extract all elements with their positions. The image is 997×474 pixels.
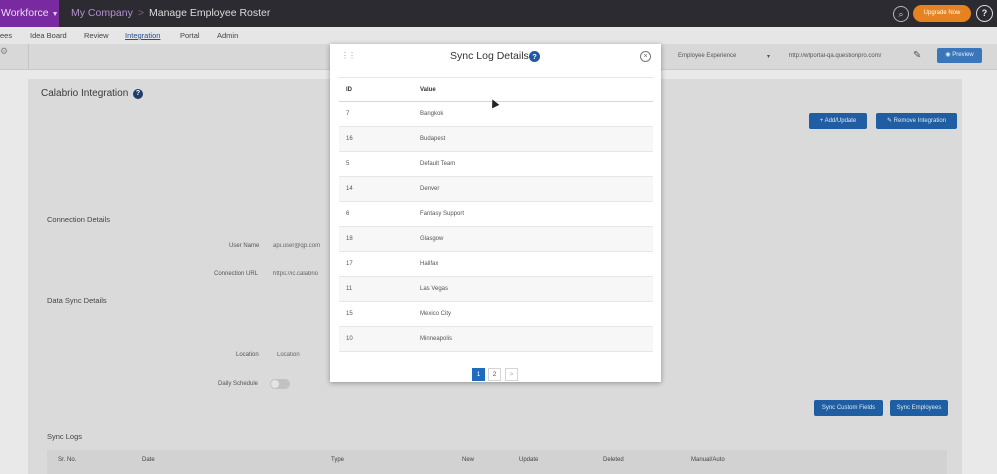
- nav-item-review[interactable]: Review: [84, 31, 109, 40]
- sync-logs-table-header: Sr. No. Date Type New Update Deleted Man…: [47, 450, 947, 474]
- caret-down-icon[interactable]: ▾: [767, 53, 770, 60]
- sync-employees-button[interactable]: Sync Employees: [890, 400, 948, 416]
- column-header-id: ID: [346, 87, 352, 93]
- daily-schedule-label: Daily Schedule: [218, 381, 259, 387]
- connection-url-value: https://ic.calabrio: [273, 271, 319, 277]
- connection-details-heading: Connection Details: [47, 215, 110, 224]
- help-icon[interactable]: ?: [529, 51, 540, 62]
- nav-item-employees[interactable]: ees: [0, 31, 12, 40]
- toolbar-divider: [28, 44, 29, 70]
- experience-select[interactable]: Employee Experience: [678, 53, 736, 59]
- table-row: 10 Minneapolis: [339, 327, 653, 352]
- row-id: 18: [346, 236, 353, 242]
- table-row: 18 Glasgow: [339, 227, 653, 252]
- column-header: Deleted: [603, 457, 624, 463]
- edit-icon: ✎: [886, 118, 894, 124]
- table-row: 6 Fantasy Support: [339, 202, 653, 227]
- sync-logs-heading: Sync Logs: [47, 432, 83, 441]
- add-update-button[interactable]: + Add/Update: [809, 113, 867, 129]
- nav-item-idea-board[interactable]: Idea Board: [30, 31, 67, 40]
- column-header: Date: [142, 457, 155, 463]
- page-title: Calabrio Integration: [41, 88, 129, 99]
- preview-button[interactable]: ◉ Preview: [937, 48, 982, 63]
- row-id: 5: [346, 161, 350, 167]
- pencil-icon[interactable]: ✎: [913, 50, 921, 61]
- column-header: Update: [519, 457, 539, 463]
- product-switcher[interactable]: Workforce ▼: [0, 0, 59, 27]
- page-button-2[interactable]: 2: [488, 368, 501, 381]
- column-header: Sr. No.: [58, 457, 77, 463]
- row-value: Fantasy Support: [420, 211, 465, 217]
- help-icon[interactable]: ?: [133, 89, 143, 99]
- product-name: Workforce: [1, 7, 49, 19]
- column-header: New: [462, 457, 475, 463]
- table-row: 16 Budapest: [339, 127, 653, 152]
- close-icon[interactable]: ×: [640, 51, 651, 62]
- nav-item-admin[interactable]: Admin: [217, 31, 238, 40]
- table-row: 14 Denver: [339, 177, 653, 202]
- row-id: 11: [346, 286, 353, 292]
- column-header-value: Value: [420, 87, 436, 93]
- page-button-1[interactable]: 1: [472, 368, 485, 381]
- top-header: Workforce ▼ My Company > Manage Employee Ro…: [0, 0, 997, 27]
- drag-handle-icon[interactable]: ⋮⋮: [341, 51, 356, 60]
- connection-url-label: Connection URL: [214, 271, 259, 277]
- row-id: 14: [346, 186, 353, 192]
- row-id: 17: [346, 261, 353, 267]
- row-value: Budapest: [420, 136, 446, 142]
- breadcrumb-separator: >: [137, 7, 144, 19]
- column-header: Manual/Auto: [691, 457, 725, 463]
- row-value: Bangkok: [420, 111, 444, 117]
- table-row: 17 Halifax: [339, 252, 653, 277]
- breadcrumb-current: Manage Employee Roster: [149, 7, 271, 19]
- search-icon[interactable]: ⌕: [893, 6, 909, 22]
- daily-schedule-toggle[interactable]: [270, 379, 290, 389]
- row-value: Minneapolis: [420, 336, 453, 342]
- settings-icon[interactable]: ⚙: [0, 46, 8, 57]
- breadcrumb: My Company > Manage Employee Roster: [71, 0, 270, 27]
- sync-custom-fields-button[interactable]: Sync Custom Fields: [814, 400, 883, 416]
- nav-item-portal[interactable]: Portal: [180, 31, 200, 40]
- location-value: Location: [277, 352, 300, 358]
- preview-label: Preview: [952, 52, 974, 58]
- row-value: Mexico City: [420, 311, 452, 317]
- nav-item-integration[interactable]: Integration: [125, 31, 160, 40]
- breadcrumb-company[interactable]: My Company: [71, 7, 133, 19]
- portal-url-field[interactable]: http://wfportal-qa.questionpro.com/: [789, 53, 903, 59]
- row-value: Halifax: [420, 261, 439, 267]
- caret-down-icon: ▼: [51, 11, 59, 18]
- remove-integration-button[interactable]: ✎ Remove Integration: [876, 113, 957, 129]
- row-id: 16: [346, 136, 353, 142]
- sync-log-table: ID Value 7 Bangkok 16 Budapest 5 Default Te…: [339, 77, 653, 352]
- data-sync-details-heading: Data Sync Details: [47, 296, 107, 305]
- main-nav: ees Idea Board Review Integration Portal…: [0, 27, 997, 44]
- row-value: Las Vegas: [420, 286, 449, 292]
- location-label: Location: [236, 352, 259, 358]
- row-value: Denver: [420, 186, 440, 192]
- row-value: Glasgow: [420, 236, 444, 242]
- row-id: 6: [346, 211, 350, 217]
- user-name-label: User Name: [229, 243, 260, 249]
- upgrade-button[interactable]: Upgrade Now: [913, 5, 971, 22]
- sync-log-details-modal: ⋮⋮ Sync Log Details ? × ID Value 7 Bangko…: [330, 44, 661, 382]
- column-header: Type: [331, 457, 345, 463]
- row-id: 7: [346, 111, 350, 117]
- table-row: 5 Default Team: [339, 152, 653, 177]
- row-id: 10: [346, 336, 353, 342]
- row-id: 15: [346, 311, 353, 317]
- user-name-value: api.user@qp.com: [273, 243, 321, 249]
- row-value: Default Team: [420, 161, 456, 167]
- remove-integration-label: Remove Integration: [893, 118, 947, 124]
- help-icon[interactable]: ?: [976, 5, 993, 22]
- table-row: 15 Mexico City: [339, 302, 653, 327]
- table-row: 11 Las Vegas: [339, 277, 653, 302]
- modal-title: Sync Log Details: [450, 50, 529, 62]
- next-page-button[interactable]: >: [505, 368, 518, 381]
